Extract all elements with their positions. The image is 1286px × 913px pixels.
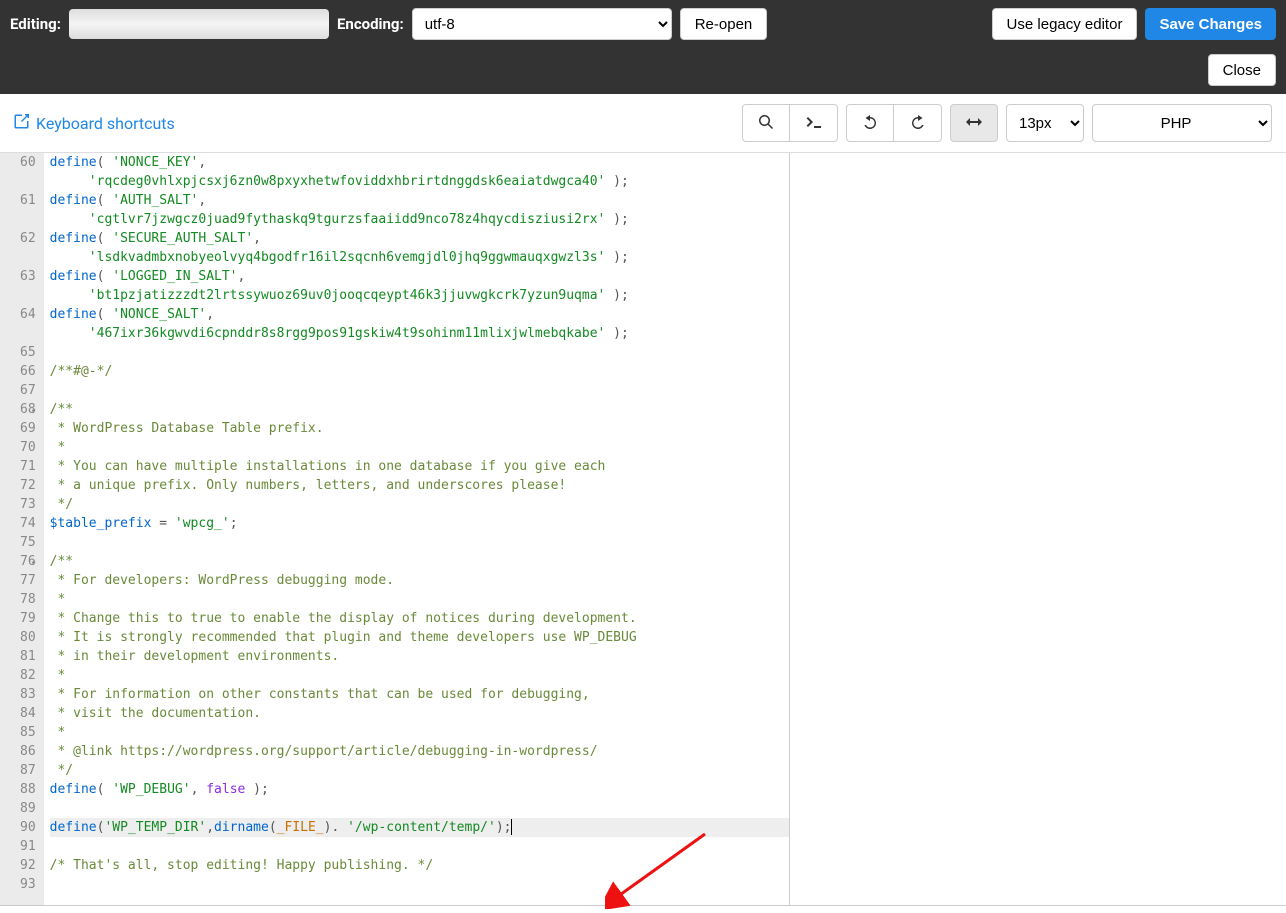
wrap-toggle-button[interactable] [950, 104, 998, 142]
editor-toolbar: Keyboard shortcuts 13px PHP [0, 94, 1286, 153]
code-line[interactable]: */ [50, 495, 789, 514]
keyboard-shortcuts-label: Keyboard shortcuts [36, 114, 175, 133]
encoding-select[interactable]: utf-8 [412, 8, 672, 40]
legacy-editor-button[interactable]: Use legacy editor [992, 8, 1138, 40]
editing-path-input[interactable] [69, 9, 329, 39]
code-line[interactable]: 'bt1pzjatizzzdt2lrtssywuoz69uv0jooqcqeyp… [50, 286, 789, 305]
code-line[interactable]: define( 'WP_DEBUG', false ); [50, 780, 789, 799]
editing-label: Editing: [10, 15, 61, 33]
line-gutter: 60 61 62 63 64 65666768▾6970717273747576… [0, 153, 44, 905]
code-line[interactable]: * [50, 666, 789, 685]
code-line[interactable]: define( 'NONCE_SALT', [50, 305, 789, 324]
search-icon [758, 114, 774, 133]
reopen-button[interactable]: Re-open [680, 8, 768, 40]
code-line[interactable] [50, 343, 789, 362]
code-area[interactable]: define( 'NONCE_KEY', 'rqcdeg0vhlxpjcsxj6… [44, 153, 789, 905]
code-line[interactable]: * in their development environments. [50, 647, 789, 666]
code-editor[interactable]: 60 61 62 63 64 65666768▾6970717273747576… [0, 153, 790, 905]
code-line[interactable] [50, 381, 789, 400]
code-line[interactable]: * @link https://wordpress.org/support/ar… [50, 742, 789, 761]
code-line[interactable]: /**#@-*/ [50, 362, 789, 381]
topbar: Editing: Encoding: utf-8 Re-open Use leg… [0, 0, 1286, 94]
code-line[interactable]: * It is strongly recommended that plugin… [50, 628, 789, 647]
terminal-icon [806, 114, 822, 133]
code-line[interactable]: * You can have multiple installations in… [50, 457, 789, 476]
editor-wrap: 60 61 62 63 64 65666768▾6970717273747576… [0, 153, 1286, 906]
code-line[interactable]: define( 'LOGGED_IN_SALT', [50, 267, 789, 286]
code-line[interactable]: /** [50, 552, 789, 571]
code-line[interactable]: * For information on other constants tha… [50, 685, 789, 704]
code-line[interactable]: define( 'SECURE_AUTH_SALT', [50, 229, 789, 248]
arrows-horizontal-icon [966, 114, 982, 133]
code-line[interactable]: */ [50, 761, 789, 780]
terminal-button[interactable] [790, 104, 838, 142]
keyboard-shortcuts-link[interactable]: Keyboard shortcuts [14, 113, 175, 133]
code-line[interactable]: 'rqcdeg0vhlxpjcsxj6zn0w8pxyxhetwfoviddxh… [50, 172, 789, 191]
code-line[interactable] [50, 799, 789, 818]
external-link-icon [14, 113, 30, 133]
code-line[interactable]: define( 'AUTH_SALT', [50, 191, 789, 210]
code-line[interactable]: * [50, 438, 789, 457]
code-line[interactable]: $table_prefix = 'wpcg_'; [50, 514, 789, 533]
code-line[interactable]: 'cgtlvr7jzwgcz0juad9fythaskq9tgurzsfaaii… [50, 210, 789, 229]
code-line[interactable]: define( 'NONCE_KEY', [50, 153, 789, 172]
code-line[interactable] [50, 875, 789, 894]
encoding-label: Encoding: [337, 15, 404, 33]
code-line[interactable]: * WordPress Database Table prefix. [50, 419, 789, 438]
save-changes-button[interactable]: Save Changes [1145, 8, 1276, 40]
code-line[interactable]: * visit the documentation. [50, 704, 789, 723]
undo-icon [862, 114, 878, 133]
undo-button[interactable] [846, 104, 894, 142]
code-line[interactable]: * Change this to true to enable the disp… [50, 609, 789, 628]
code-line[interactable]: 'lsdkvadmbxnobyeolvyq4bgodfr16il2sqcnh6v… [50, 248, 789, 267]
code-line[interactable]: * For developers: WordPress debugging mo… [50, 571, 789, 590]
code-line[interactable] [50, 533, 789, 552]
close-button[interactable]: Close [1208, 54, 1276, 86]
code-line[interactable]: '467ixr36kgwvdi6cpnddr8s8rgg9pos91gskiw4… [50, 324, 789, 343]
redo-button[interactable] [894, 104, 942, 142]
code-line[interactable] [50, 837, 789, 856]
font-size-select[interactable]: 13px [1006, 104, 1084, 142]
code-line[interactable]: * [50, 590, 789, 609]
code-line[interactable]: define('WP_TEMP_DIR',dirname(_FILE_). '/… [50, 818, 789, 837]
search-button[interactable] [742, 104, 790, 142]
code-line[interactable]: /** [50, 400, 789, 419]
code-line[interactable]: * [50, 723, 789, 742]
language-select[interactable]: PHP [1092, 104, 1272, 142]
code-line[interactable]: * a unique prefix. Only numbers, letters… [50, 476, 789, 495]
code-line[interactable]: /* That's all, stop editing! Happy publi… [50, 856, 789, 875]
redo-icon [910, 114, 926, 133]
